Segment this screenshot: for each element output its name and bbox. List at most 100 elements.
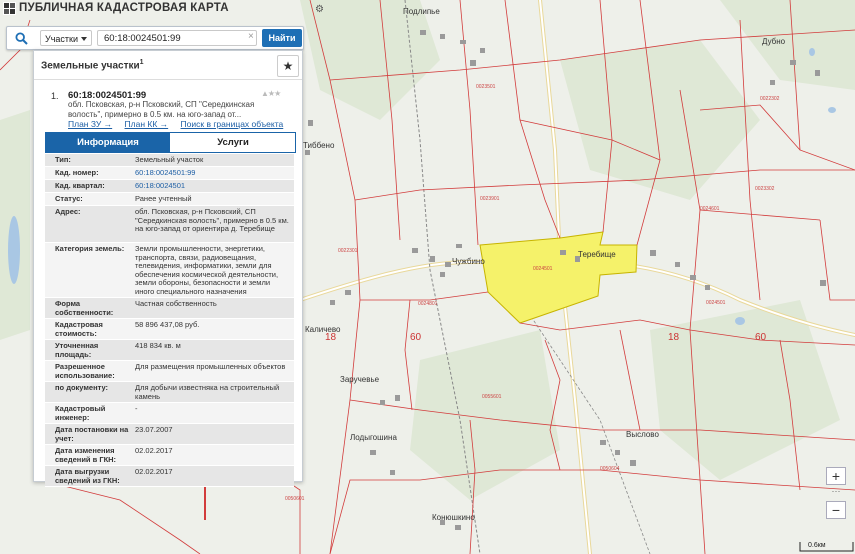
attribute-value: - (135, 404, 138, 413)
favorite-star-icon[interactable]: ★ (277, 55, 299, 77)
parcel-label: 0024801 (418, 301, 438, 307)
panel-tabs: Информация Услуги (45, 132, 296, 153)
attribute-key: Кад. номер: (55, 168, 99, 177)
zoom-in-button[interactable]: + (826, 467, 846, 485)
zoom-controls: + ··· − (826, 467, 846, 522)
attribute-value: Частная собственность (135, 299, 217, 308)
attribute-key: Разрешенное использование: (55, 362, 115, 380)
attribute-value: Ранее учтенный (135, 194, 192, 203)
attribute-row: Форма собственности: Частная собственност… (45, 298, 294, 319)
attribute-key: Кад. квартал: (55, 181, 105, 190)
place-label: Заручевье (340, 375, 380, 384)
attribute-value: Земельный участок (135, 155, 204, 164)
attribute-value: 23.07.2007 (135, 425, 173, 434)
place-label: Лодыгошина (350, 433, 397, 442)
tab-information[interactable]: Информация (46, 133, 170, 152)
region-number: 18 (668, 332, 680, 343)
info-panel: Земельные участки1 ★ 1. 60:18:0024501:99… (33, 50, 303, 487)
search-icon[interactable] (7, 27, 35, 49)
attribute-key: Тип: (55, 155, 71, 164)
attribute-key: Дата изменения сведений в ГКН: (55, 446, 117, 464)
settings-icon[interactable]: ⚙ (315, 4, 325, 15)
parcel-label: 0023901 (480, 196, 500, 202)
attribute-key: Категория земель: (55, 244, 125, 253)
parcel-label: 0055601 (482, 394, 502, 400)
attribute-value-link[interactable]: 60:18:0024501:99 (135, 168, 290, 178)
attribute-value: 02.02.2017 (135, 467, 173, 476)
place-label: Тиббено (303, 141, 335, 150)
attribute-row: Разрешенное использование: Для размещения… (45, 361, 294, 382)
panel-title-text: Земельные участки (41, 60, 140, 72)
attribute-value: 58 896 437,08 руб. (135, 320, 200, 329)
parcel-label: 0050601 (285, 496, 305, 502)
place-label: Выслово (626, 430, 659, 439)
place-label: Чужбино (452, 257, 485, 266)
attribute-row: Уточненная площадь: 418 834 кв. м (45, 340, 294, 361)
attribute-row: Дата выгрузки сведений из ГКН: 02.02.2017 (45, 466, 294, 487)
zoom-out-button[interactable]: − (826, 501, 846, 519)
search-bar: Участки 60:18:0024501:99 × Найти (6, 26, 304, 50)
attribute-value: 418 834 кв. м (135, 341, 181, 350)
attribute-row: Категория земель: Земли промышленности, э… (45, 243, 294, 298)
result-index: 1. (51, 91, 59, 101)
parcel-label: 0024501 (533, 266, 553, 272)
parcel-label: 0024501 (706, 300, 726, 306)
category-select-value: Участки (45, 34, 78, 44)
tab-services[interactable]: Услуги (171, 133, 295, 152)
place-label: Конюшкино (432, 513, 475, 522)
plan-kk-link[interactable]: План КК → (125, 119, 169, 129)
zoom-level-indicator: ··· (831, 486, 841, 496)
app-title: ПУБЛИЧНАЯ КАДАСТРОВАЯ КАРТА (19, 2, 229, 14)
chevron-down-icon (81, 37, 87, 41)
attribute-row: Дата постановки на учет: 23.07.2007 (45, 424, 294, 445)
clear-icon[interactable]: × (248, 31, 254, 42)
find-button[interactable]: Найти (262, 29, 302, 47)
attribute-value-link[interactable]: 60:18:0024501 (135, 181, 290, 191)
category-select[interactable]: Участки (40, 30, 92, 46)
attribute-value: Для размещения промышленных объектов (135, 362, 286, 371)
attribute-row: Тип: Земельный участок (45, 154, 294, 167)
plan-zu-link[interactable]: План ЗУ → (68, 119, 112, 129)
parcel-label: 0023501 (476, 84, 496, 90)
divider (34, 79, 302, 80)
place-label: Подлипье (403, 7, 440, 16)
place-label: Теребище (578, 250, 616, 259)
attribute-key: Дата выгрузки сведений из ГКН: (55, 467, 120, 485)
region-number: 60 (755, 332, 767, 343)
attribute-key: Адрес: (55, 207, 81, 216)
attribute-row: Кад. номер: 60:18:0024501:99 (45, 167, 294, 180)
attribute-key: Статус: (55, 194, 83, 203)
parcel-label: 0024601 (700, 206, 720, 212)
app-logo-icon (3, 2, 16, 15)
result-address: обл. Псковская, р-н Псковский, СП "Серед… (68, 100, 255, 119)
attribute-row: Кадастровая стоимость: 58 896 437,08 руб. (45, 319, 294, 340)
attribute-row: Статус: Ранее учтенный (45, 193, 294, 206)
attribute-value: Для добычи известняка на строительный ка… (135, 383, 280, 401)
result-count: 1 (139, 59, 144, 66)
parcel-label: 0050604 (600, 466, 620, 472)
attribute-key: по документу: (55, 383, 109, 392)
parcel-label: 0023302 (755, 186, 775, 192)
attribute-row: по документу: Для добычи известняка на ст… (45, 382, 294, 403)
app-header: ПУБЛИЧНАЯ КАДАСТРОВАЯ КАРТА (0, 0, 330, 18)
attribute-row: Кадастровый инженер: - (45, 403, 294, 424)
search-input[interactable]: 60:18:0024501:99 (97, 30, 257, 46)
scale-line-icon (799, 542, 854, 552)
attribute-table: Тип: Земельный участок Кад. номер: 60:18:00… (45, 154, 294, 487)
rating-stars-icon[interactable]: ▲★★ (261, 89, 281, 98)
attribute-key: Уточненная площадь: (55, 341, 99, 359)
scale-bar: 0.6км (798, 540, 855, 554)
attribute-row: Адрес: обл. Псковская, р-н Псковский, СП … (45, 206, 294, 243)
attribute-value: обл. Псковская, р-н Псковский, СП "Серед… (135, 207, 289, 234)
attribute-value: 02.02.2017 (135, 446, 173, 455)
place-label: Дубно (762, 37, 786, 46)
parcel-label: 0022301 (338, 248, 358, 254)
attribute-row: Дата изменения сведений в ГКН: 02.02.2017 (45, 445, 294, 466)
attribute-key: Форма собственности: (55, 299, 114, 317)
attribute-key: Кадастровая стоимость: (55, 320, 103, 338)
parcel-label: 0022302 (760, 96, 780, 102)
panel-title: Земельные участки1 (41, 59, 144, 71)
region-number: 18 (325, 332, 337, 343)
attribute-key: Кадастровый инженер: (55, 404, 106, 422)
attribute-row: Кад. квартал: 60:18:0024501 (45, 180, 294, 193)
